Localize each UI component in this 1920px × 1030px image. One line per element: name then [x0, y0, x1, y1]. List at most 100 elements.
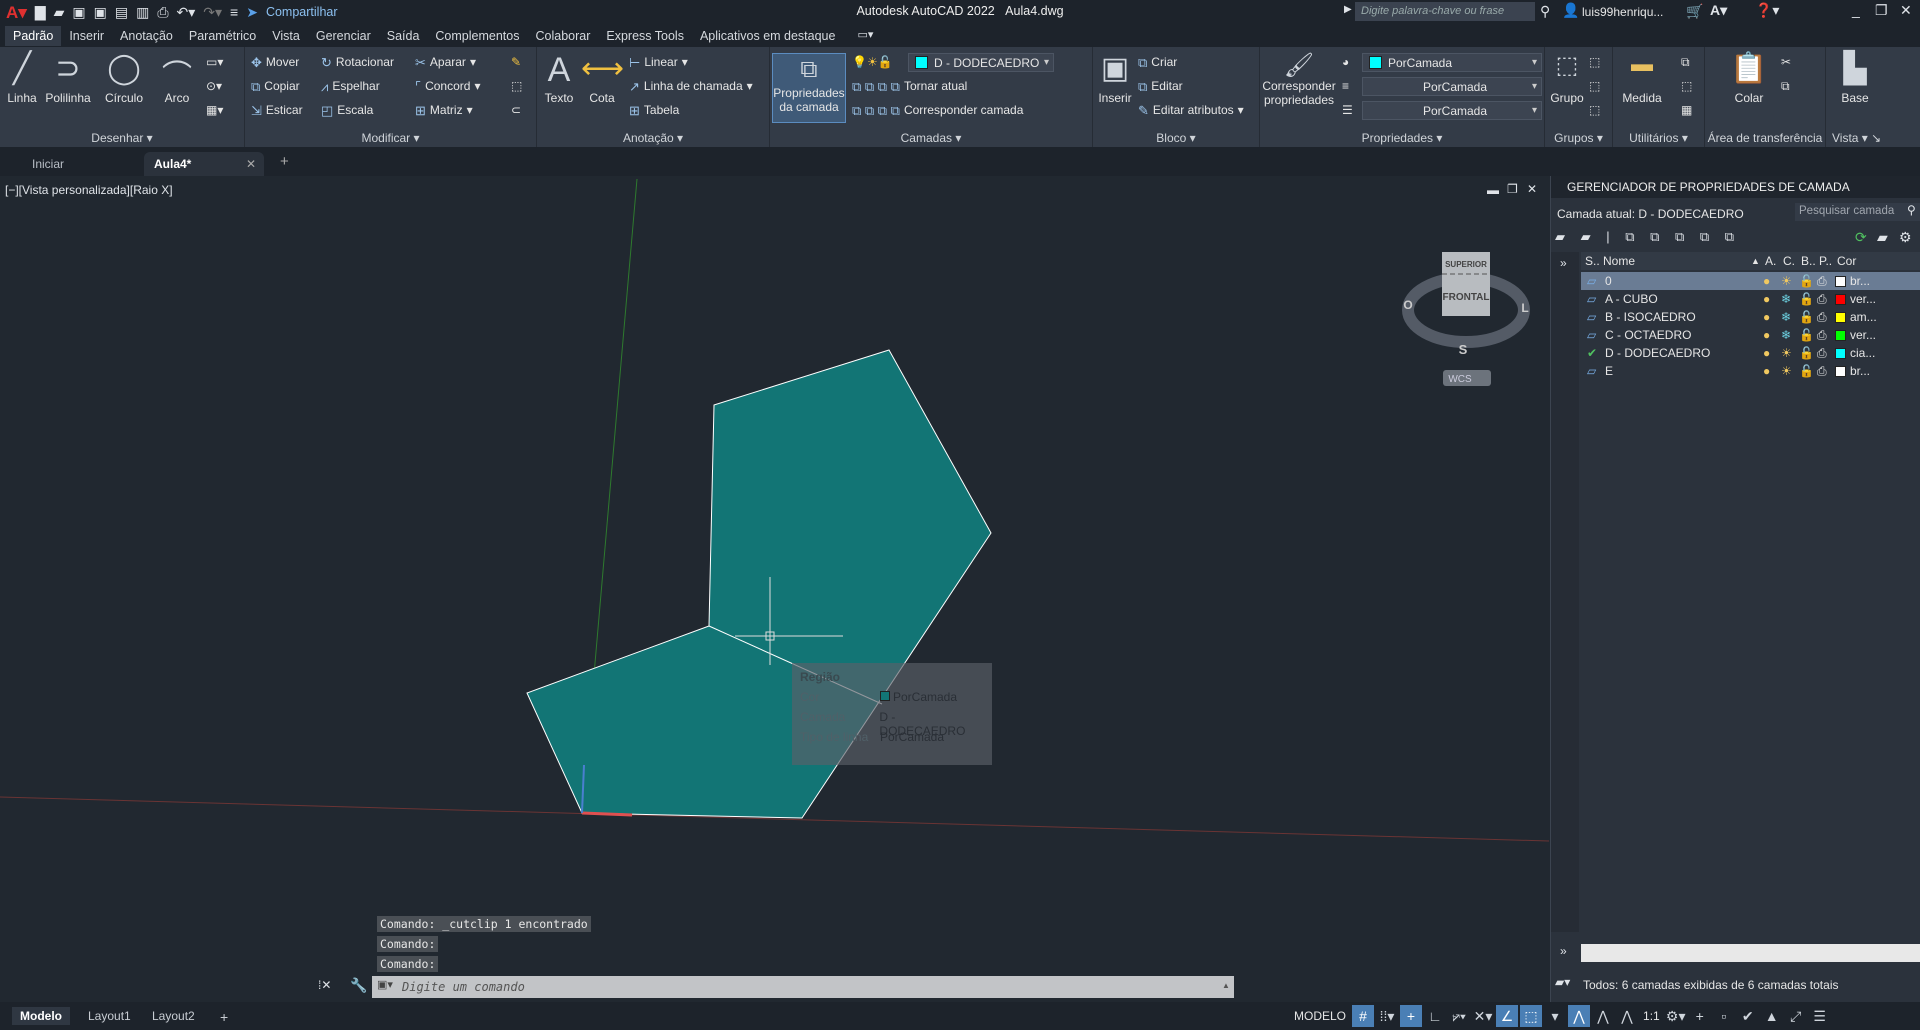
- viewcube-front-label[interactable]: FRONTAL: [1442, 292, 1489, 303]
- unlock-icon[interactable]: 🔓: [1799, 346, 1817, 360]
- printer-icon[interactable]: ⎙: [1817, 292, 1835, 307]
- drawing-viewport[interactable]: SUPERIOR FRONTAL O L S WCS: [0, 176, 1550, 1002]
- graphics-performance-icon[interactable]: ▲: [1761, 1005, 1783, 1027]
- units-icon[interactable]: ▫: [1713, 1005, 1735, 1027]
- col-color[interactable]: Cor: [1837, 254, 1856, 268]
- tab-gerenciar[interactable]: Gerenciar: [308, 26, 379, 46]
- inserir-button[interactable]: ▣ Inserir: [1095, 51, 1135, 105]
- espelhar-button[interactable]: ⩘ Espelhar: [321, 79, 380, 93]
- viewport-controls-label[interactable]: [−][Vista personalizada][Raio X]: [5, 183, 173, 197]
- tab-colaborar[interactable]: Colaborar: [527, 26, 598, 46]
- viewcube-top-label[interactable]: SUPERIOR: [1445, 260, 1487, 269]
- tab-saida[interactable]: Saída: [379, 26, 428, 46]
- bulb-icon[interactable]: ●: [1763, 364, 1781, 378]
- bulb-icon[interactable]: ●: [1763, 346, 1781, 360]
- color-dropdown[interactable]: PorCamada: [1362, 53, 1542, 72]
- tab-inserir[interactable]: Inserir: [61, 26, 112, 46]
- layer-name[interactable]: C - OCTAEDRO: [1599, 328, 1763, 342]
- tab-layout2[interactable]: Layout2: [144, 1007, 203, 1025]
- search-icon[interactable]: ⚲: [1540, 4, 1550, 18]
- layer-row[interactable]: ✔ D - DODECAEDRO ● ☀ 🔓 ⎙ cia...: [1581, 344, 1920, 362]
- layer-color-name[interactable]: ver...: [1850, 292, 1876, 306]
- linha-chamada-button[interactable]: ↗ Linha de chamada ▾: [629, 79, 753, 93]
- tab-modelo[interactable]: Modelo: [12, 1007, 70, 1025]
- printer-icon[interactable]: ⎙: [1817, 310, 1835, 325]
- tab-parametrico[interactable]: Paramétrico: [181, 26, 264, 46]
- customize-menu-icon[interactable]: ☰: [1809, 1005, 1831, 1027]
- unlock-icon[interactable]: 🔓: [1799, 364, 1817, 378]
- tab-layout1[interactable]: Layout1: [80, 1007, 139, 1025]
- layer-name[interactable]: B - ISOCAEDRO: [1599, 310, 1763, 324]
- compass-west[interactable]: O: [1403, 298, 1412, 312]
- sun-icon[interactable]: ☀: [1781, 346, 1799, 360]
- layer-dropdown[interactable]: D - DODECAEDRO: [908, 53, 1054, 72]
- gear-icon[interactable]: ⚙: [1899, 230, 1912, 244]
- layer-color-swatch[interactable]: [1835, 329, 1846, 341]
- bulb-icon[interactable]: ●: [1763, 328, 1781, 342]
- tab-anotacao[interactable]: Anotação: [112, 26, 181, 46]
- grupo-button[interactable]: ⬚ Grupo: [1547, 51, 1587, 105]
- layer-toolbar[interactable]: ▰ ▰ | ⧉ ⧉ ⧉ ⧉ ⧉: [1555, 230, 1740, 243]
- printer-icon[interactable]: ⎙: [1817, 274, 1835, 289]
- tab-complementos[interactable]: Complementos: [427, 26, 527, 46]
- restore-icon[interactable]: ❐: [1875, 3, 1888, 17]
- auto-scale-icon[interactable]: ⋀: [1592, 1005, 1614, 1027]
- copy-clip-icon[interactable]: ⧉: [1781, 79, 1790, 94]
- panel-title[interactable]: Grupos ▾: [1545, 131, 1612, 145]
- tornar-atual-button[interactable]: Tornar atual: [904, 79, 967, 93]
- panel-title[interactable]: Anotação ▾: [537, 131, 769, 145]
- close-icon[interactable]: ✕: [1900, 3, 1912, 17]
- layer-name[interactable]: E: [1599, 364, 1763, 378]
- gradient-icon[interactable]: ▦▾: [206, 103, 223, 117]
- rectangle-icon[interactable]: ▭▾: [206, 55, 223, 69]
- osnap-tracking-icon[interactable]: ✕▾: [1472, 1005, 1494, 1027]
- cota-button[interactable]: ⟷ Cota: [581, 51, 624, 105]
- col-status[interactable]: S..: [1581, 254, 1600, 268]
- command-customize-icon[interactable]: 🔧: [350, 978, 367, 992]
- hatch-icon[interactable]: ⊙▾: [206, 79, 222, 93]
- snowflake-icon[interactable]: ❄: [1781, 328, 1799, 342]
- annotation-visibility-icon[interactable]: ⋀: [1568, 1005, 1591, 1027]
- layer-color-swatch[interactable]: [1835, 365, 1846, 377]
- printer-icon[interactable]: ⎙: [1817, 328, 1835, 343]
- palette-title[interactable]: GERENCIADOR DE PROPRIEDADES DE CAMADA: [1551, 176, 1920, 198]
- group-select-icon[interactable]: ⬚: [1589, 103, 1600, 117]
- layer-row[interactable]: ▱ C - OCTAEDRO ● ❄ 🔓 ⎙ ver...: [1581, 326, 1920, 344]
- snowflake-icon[interactable]: ❄: [1781, 292, 1799, 306]
- tab-padrao[interactable]: Padrão: [5, 25, 62, 46]
- minimize-icon[interactable]: _: [1852, 3, 1860, 17]
- unlock-icon[interactable]: 🔓: [1799, 274, 1817, 288]
- layer-filter-icon[interactable]: ▰▾: [1555, 976, 1570, 988]
- infer-constraints-icon[interactable]: +: [1400, 1005, 1423, 1027]
- calculator-icon[interactable]: ▦: [1681, 103, 1692, 117]
- polar-icon[interactable]: ⦬▾: [1448, 1005, 1470, 1027]
- crosshair-icon[interactable]: +: [1689, 1005, 1711, 1027]
- aparar-button[interactable]: ✂ Aparar ▾: [415, 55, 476, 69]
- workspace-gear-icon[interactable]: ⚙▾: [1665, 1005, 1687, 1027]
- select-all-icon[interactable]: ⬚: [1681, 79, 1692, 93]
- layer-horizontal-scrollbar[interactable]: [1581, 944, 1920, 962]
- add-layout-icon[interactable]: +: [212, 1007, 236, 1027]
- sun-icon[interactable]: ☀: [1781, 364, 1799, 378]
- propriedades-camada-button[interactable]: ⧉ Propriedades da camada: [772, 53, 846, 123]
- command-prompt-icon[interactable]: ▣▾: [377, 980, 393, 991]
- col-freeze[interactable]: C.: [1783, 254, 1801, 268]
- grid-icon[interactable]: #: [1352, 1005, 1375, 1027]
- layer-color-swatch[interactable]: [1835, 347, 1846, 359]
- close-tab-icon[interactable]: ✕: [246, 157, 256, 171]
- editar-atributos-button[interactable]: ✎ Editar atributos ▾: [1138, 103, 1244, 117]
- drawing-canvas[interactable]: SUPERIOR FRONTAL O L S WCS: [0, 176, 1550, 1002]
- explode-icon[interactable]: ⬚: [511, 79, 522, 93]
- bulb-icon[interactable]: ●: [1763, 292, 1781, 306]
- base-button[interactable]: ▙ Base: [1830, 51, 1880, 105]
- new-tab-icon[interactable]: +: [280, 153, 289, 170]
- arco-button[interactable]: ⌒ Arco: [152, 51, 202, 105]
- tab-aplicativos[interactable]: Aplicativos em destaque: [692, 26, 844, 46]
- layer-color-name[interactable]: am...: [1850, 310, 1877, 324]
- tabela-button[interactable]: ⊞ Tabela: [629, 103, 679, 117]
- matriz-button[interactable]: ⊞ Matriz ▾: [415, 103, 473, 117]
- linha-button[interactable]: ╱ Linha: [0, 51, 47, 105]
- col-name[interactable]: Nome: [1599, 254, 1751, 268]
- autodesk-a360-icon[interactable]: A▾: [1710, 3, 1727, 17]
- layer-color-swatch[interactable]: [1835, 311, 1846, 323]
